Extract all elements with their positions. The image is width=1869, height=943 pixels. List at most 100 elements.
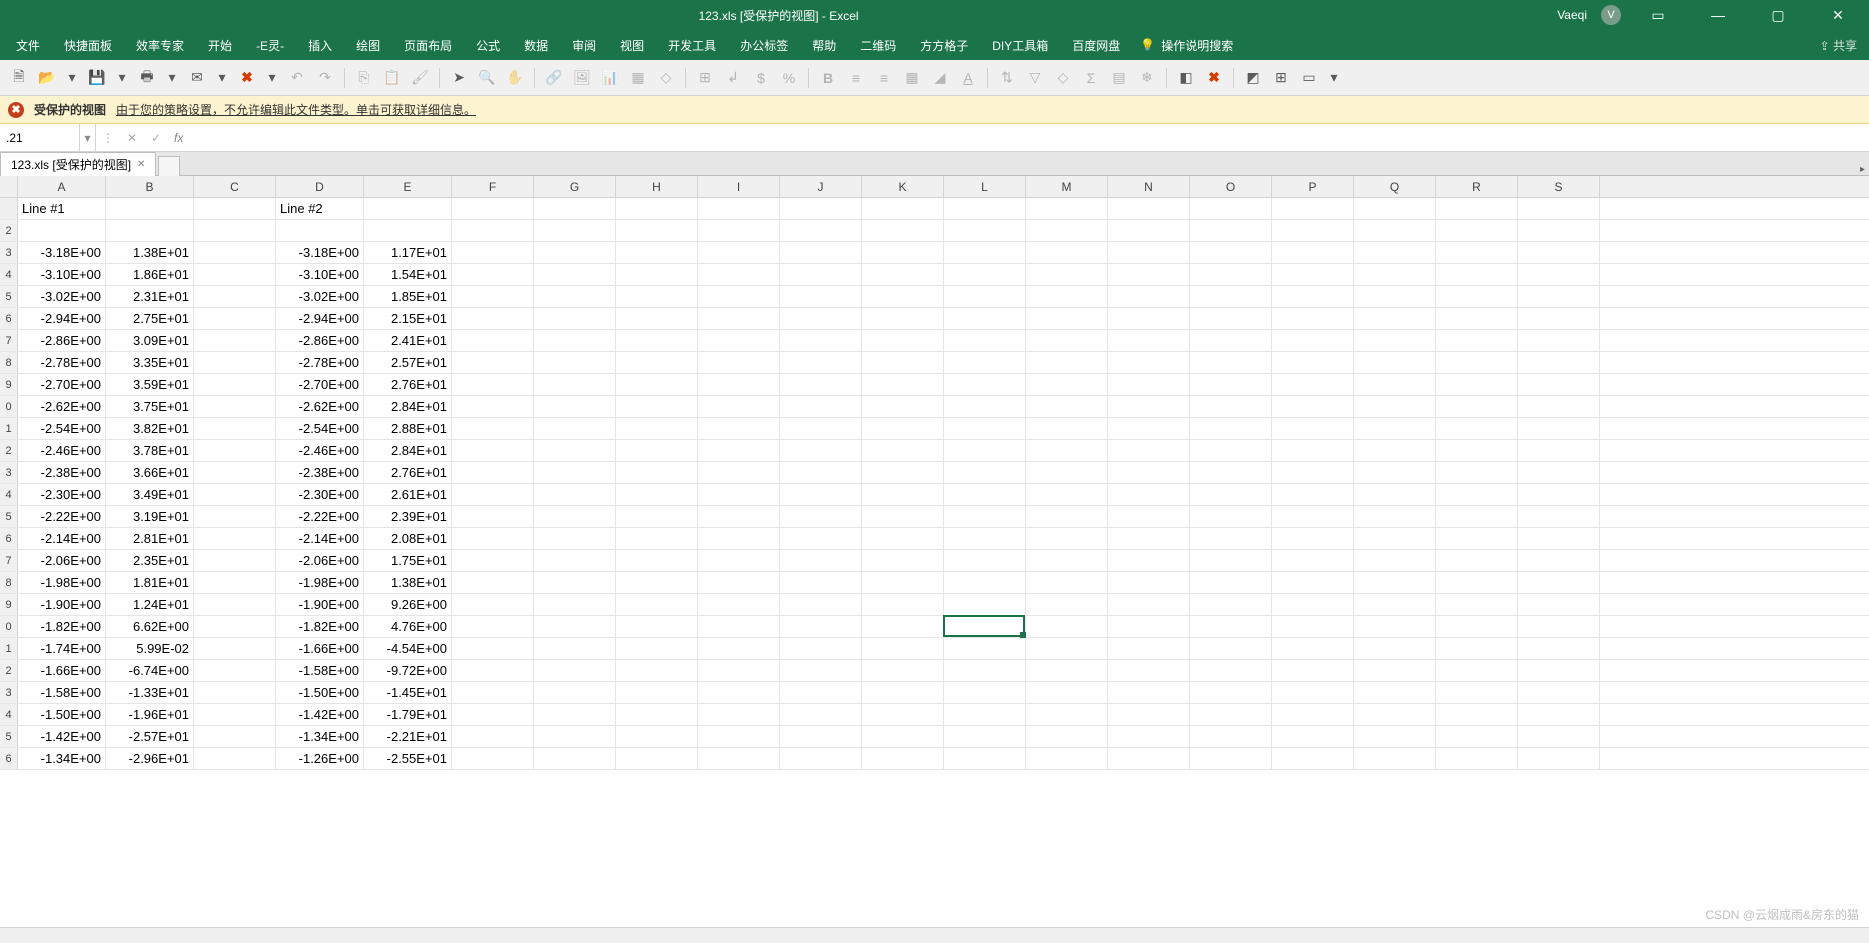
cell[interactable] [194, 682, 276, 703]
cell[interactable]: 2.08E+01 [364, 528, 452, 549]
cell[interactable] [780, 704, 862, 725]
cell[interactable] [1518, 484, 1600, 505]
column-header[interactable]: P [1272, 176, 1354, 197]
column-header[interactable]: L [944, 176, 1026, 197]
cell[interactable] [452, 264, 534, 285]
cell[interactable] [616, 682, 698, 703]
image-icon[interactable]: 🖼 [569, 65, 595, 91]
cell[interactable] [452, 308, 534, 329]
cell[interactable] [780, 308, 862, 329]
cell[interactable]: -3.02E+00 [18, 286, 106, 307]
cell[interactable] [1436, 638, 1518, 659]
cell[interactable] [944, 242, 1026, 263]
cell[interactable] [1436, 594, 1518, 615]
cell[interactable] [698, 264, 780, 285]
cell[interactable]: -2.38E+00 [18, 462, 106, 483]
cell[interactable] [862, 660, 944, 681]
cell[interactable] [452, 572, 534, 593]
cell[interactable] [1108, 550, 1190, 571]
cell[interactable] [862, 330, 944, 351]
cell[interactable] [1518, 726, 1600, 747]
cell[interactable] [1272, 550, 1354, 571]
cell[interactable] [1026, 594, 1108, 615]
dropdown-icon[interactable]: ▾ [162, 65, 182, 91]
cell[interactable] [1354, 198, 1436, 219]
cell[interactable] [194, 242, 276, 263]
fx-icon[interactable]: fx [168, 131, 189, 145]
cell[interactable] [616, 594, 698, 615]
cell[interactable] [616, 660, 698, 681]
cell[interactable] [616, 308, 698, 329]
cell[interactable] [1108, 572, 1190, 593]
plugin-close-icon[interactable]: ✖ [1201, 65, 1227, 91]
cell[interactable]: -2.70E+00 [276, 374, 364, 395]
cell[interactable] [1026, 528, 1108, 549]
cell[interactable] [534, 330, 616, 351]
cell[interactable] [1354, 352, 1436, 373]
new-icon[interactable]: 🗎 [6, 65, 32, 91]
cell[interactable]: -2.22E+00 [18, 506, 106, 527]
cell[interactable]: 3.75E+01 [106, 396, 194, 417]
row-header[interactable]: 2 [0, 660, 18, 681]
cell[interactable]: -2.30E+00 [276, 484, 364, 505]
cell[interactable]: 2.75E+01 [106, 308, 194, 329]
column-header[interactable]: G [534, 176, 616, 197]
cell[interactable] [1518, 440, 1600, 461]
cell[interactable] [1436, 330, 1518, 351]
cell[interactable] [862, 440, 944, 461]
cell[interactable] [106, 220, 194, 241]
cell[interactable]: -2.06E+00 [276, 550, 364, 571]
cell[interactable] [1272, 638, 1354, 659]
cell[interactable] [1354, 528, 1436, 549]
cell[interactable] [1272, 308, 1354, 329]
cell[interactable] [862, 242, 944, 263]
cell[interactable]: -1.74E+00 [18, 638, 106, 659]
cell[interactable] [1190, 528, 1272, 549]
cell[interactable]: 1.85E+01 [364, 286, 452, 307]
cell[interactable] [1190, 726, 1272, 747]
cell[interactable] [1518, 418, 1600, 439]
cell[interactable] [1436, 506, 1518, 527]
cell[interactable] [944, 726, 1026, 747]
cell[interactable] [1436, 726, 1518, 747]
cell[interactable] [1108, 198, 1190, 219]
cell[interactable] [698, 484, 780, 505]
cell[interactable] [194, 440, 276, 461]
cell[interactable] [862, 638, 944, 659]
cell[interactable] [1108, 418, 1190, 439]
cell[interactable] [1518, 748, 1600, 769]
cell[interactable] [1518, 528, 1600, 549]
cell[interactable] [1518, 616, 1600, 637]
cell[interactable]: -2.70E+00 [18, 374, 106, 395]
cell[interactable] [616, 616, 698, 637]
cell[interactable]: -2.94E+00 [276, 308, 364, 329]
cell[interactable] [1026, 726, 1108, 747]
cell[interactable] [1354, 462, 1436, 483]
cell[interactable]: -1.82E+00 [276, 616, 364, 637]
cell[interactable] [194, 220, 276, 241]
cell[interactable] [194, 418, 276, 439]
cell[interactable] [1190, 330, 1272, 351]
cell[interactable] [1272, 396, 1354, 417]
cell[interactable] [616, 242, 698, 263]
cell[interactable] [534, 462, 616, 483]
cell[interactable] [616, 220, 698, 241]
cell[interactable] [862, 704, 944, 725]
cell[interactable] [534, 748, 616, 769]
mail-icon[interactable]: ✉ [184, 65, 210, 91]
cell[interactable]: -1.58E+00 [18, 682, 106, 703]
window-icon[interactable]: ⊞ [1268, 65, 1294, 91]
cell[interactable] [1518, 286, 1600, 307]
cell[interactable] [1518, 220, 1600, 241]
cell[interactable] [1518, 242, 1600, 263]
cell[interactable] [698, 660, 780, 681]
cell[interactable] [616, 462, 698, 483]
cell[interactable] [616, 726, 698, 747]
cell[interactable]: 2.57E+01 [364, 352, 452, 373]
cell[interactable] [1108, 264, 1190, 285]
cell[interactable] [1190, 550, 1272, 571]
cell[interactable] [1108, 374, 1190, 395]
cell[interactable]: -2.30E+00 [18, 484, 106, 505]
cell[interactable]: 6.62E+00 [106, 616, 194, 637]
cell[interactable] [1190, 418, 1272, 439]
